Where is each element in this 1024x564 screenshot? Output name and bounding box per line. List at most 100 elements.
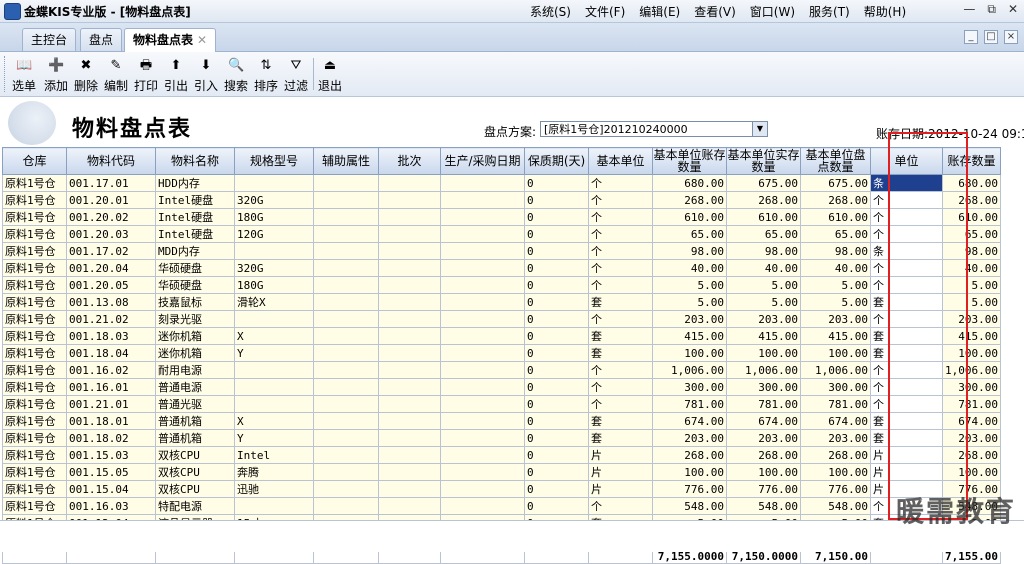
table-row[interactable]: 原料1号仓 001.20.02 Intel硬盘 180G 0 个 610.00 610.00 6… bbox=[2, 208, 1001, 226]
column-header[interactable]: 批次 bbox=[378, 147, 441, 175]
table-cell: 001.16.03 bbox=[66, 497, 156, 515]
menu-item-3[interactable]: 查看(V) bbox=[694, 3, 736, 20]
table-cell: 双核CPU bbox=[155, 480, 235, 498]
column-header[interactable]: 基本单位实存数量 bbox=[726, 147, 801, 175]
menu-item-6[interactable]: 帮助(H) bbox=[864, 3, 906, 20]
plan-select[interactable]: [原料1号仓]201210240000 ▼ bbox=[540, 121, 768, 137]
tab-inventory-check[interactable]: 盘点 bbox=[80, 28, 123, 51]
toolbar-button-print[interactable]: 🖶 打印 bbox=[134, 56, 158, 94]
column-header[interactable]: 基本单位盘点数量 bbox=[800, 147, 871, 175]
table-cell bbox=[440, 327, 525, 345]
table-row[interactable]: 原料1号仓 001.20.01 Intel硬盘 320G 0 个 268.00 268.00 2… bbox=[2, 191, 1001, 209]
toolbar-label: 排序 bbox=[254, 79, 279, 93]
toolbar-button-add[interactable]: ➕ 添加 bbox=[44, 56, 68, 94]
table-row[interactable]: 原料1号仓 001.17.01 HDD内存 0 个 680.00 675.00 675.00 条… bbox=[2, 174, 1001, 192]
table-cell: 个 bbox=[588, 310, 653, 328]
table-cell: 原料1号仓 bbox=[2, 344, 67, 362]
table-cell: 415.00 bbox=[652, 327, 727, 345]
table-row[interactable]: 原料1号仓 001.21.02 刻录光驱 0 个 203.00 203.00 203.00 个 2… bbox=[2, 310, 1001, 328]
table-cell: 耐用电源 bbox=[155, 361, 235, 379]
mdi-close-icon[interactable]: × bbox=[1004, 30, 1018, 44]
table-row[interactable]: 原料1号仓 001.17.02 MDD内存 0 个 98.00 98.00 98.00 条 98.… bbox=[2, 242, 1001, 260]
table-cell: 98.00 bbox=[726, 242, 801, 260]
column-header[interactable]: 基本单位 bbox=[588, 147, 653, 175]
table-cell: 203.00 bbox=[800, 429, 871, 447]
table-row[interactable]: 原料1号仓 001.15.05 双核CPU 奔腾 0 片 100.00 100.00 100.0… bbox=[2, 463, 1001, 481]
table-cell: 5.00 bbox=[800, 293, 871, 311]
table-row[interactable]: 原料1号仓 001.15.03 双核CPU Intel 0 片 268.00 268.00 26… bbox=[2, 446, 1001, 464]
menu-item-1[interactable]: 文件(F) bbox=[585, 3, 625, 20]
tab-main-console[interactable]: 主控台 bbox=[22, 28, 77, 51]
table-cell: 5.00 bbox=[652, 276, 727, 294]
table-cell bbox=[234, 378, 314, 396]
table-row[interactable]: 原料1号仓 001.16.03 特配电源 0 个 548.00 548.00 548.00 个 5… bbox=[2, 497, 1001, 515]
table-cell: 个 bbox=[588, 378, 653, 396]
table-cell: 华硕硬盘 bbox=[155, 276, 235, 294]
table-cell: 40.00 bbox=[800, 259, 871, 277]
tab-close-icon[interactable]: ✕ bbox=[197, 33, 207, 47]
mdi-minimize-icon[interactable]: _ bbox=[964, 30, 978, 44]
dropdown-arrow-icon[interactable]: ▼ bbox=[752, 122, 767, 136]
toolbar-button-select-doc[interactable]: 📖 选单 bbox=[12, 56, 36, 94]
table-cell: 001.20.02 bbox=[66, 208, 156, 226]
toolbar-label: 退出 bbox=[318, 79, 343, 93]
toolbar-button-sort[interactable]: ⇅ 排序 bbox=[254, 56, 278, 94]
table-cell: 0 bbox=[524, 259, 589, 277]
table-cell: 5.00 bbox=[652, 293, 727, 311]
menu-item-4[interactable]: 窗口(W) bbox=[750, 3, 795, 20]
menu-item-0[interactable]: 系统(S) bbox=[530, 3, 571, 20]
report-header: 物料盘点表 盘点方案: [原料1号仓]201210240000 ▼ 账存日期:2… bbox=[0, 97, 1024, 147]
watermark: 暖需教育 bbox=[895, 495, 1016, 528]
restore-icon[interactable]: ⧉ bbox=[987, 2, 996, 17]
column-header[interactable]: 辅助属性 bbox=[313, 147, 379, 175]
toolbar-button-search[interactable]: 🔍 搜索 bbox=[224, 56, 248, 94]
import-icon: ⬇ bbox=[200, 58, 212, 73]
table-cell: 100.00 bbox=[652, 463, 727, 481]
table-row[interactable]: 原料1号仓 001.20.03 Intel硬盘 120G 0 个 65.00 65.00 65.… bbox=[2, 225, 1001, 243]
table-cell: 原料1号仓 bbox=[2, 412, 67, 430]
mdi-restore-icon[interactable]: □ bbox=[984, 30, 998, 44]
table-cell: 548.00 bbox=[800, 497, 871, 515]
column-header[interactable]: 生产/采购日期 bbox=[440, 147, 525, 175]
table-cell: 个 bbox=[588, 242, 653, 260]
table-row[interactable]: 原料1号仓 001.13.08 技嘉鼠标 滑轮X 0 套 5.00 5.00 5.00 套 5.00 bbox=[2, 293, 1001, 311]
toolbar-button-export[interactable]: ⬆ 引出 bbox=[164, 56, 188, 94]
window-controls: — ⧉ ✕ bbox=[963, 2, 1018, 17]
table-cell: 0 bbox=[524, 344, 589, 362]
table-row[interactable]: 原料1号仓 001.15.04 双核CPU 迅驰 0 片 776.00 776.00 776.0… bbox=[2, 480, 1001, 498]
table-row[interactable]: 原料1号仓 001.18.03 迷你机箱 X 0 套 415.00 415.00 415.00 套… bbox=[2, 327, 1001, 345]
table-row[interactable]: 原料1号仓 001.18.02 普通机箱 Y 0 套 203.00 203.00 203.00 套… bbox=[2, 429, 1001, 447]
table-cell bbox=[234, 310, 314, 328]
column-header[interactable]: 仓库 bbox=[2, 147, 67, 175]
table-cell: X bbox=[234, 412, 314, 430]
column-header[interactable]: 保质期(天) bbox=[524, 147, 589, 175]
column-header[interactable]: 物料名称 bbox=[155, 147, 235, 175]
toolbar-label: 过滤 bbox=[284, 79, 309, 93]
table-cell: 001.20.04 bbox=[66, 259, 156, 277]
toolbar-button-delete[interactable]: ✖ 删除 bbox=[74, 56, 98, 94]
table-row[interactable]: 原料1号仓 001.20.05 华硕硬盘 180G 0 个 5.00 5.00 5.00 个 5.0… bbox=[2, 276, 1001, 294]
mdi-controls: _ □ × bbox=[964, 30, 1018, 44]
table-row[interactable]: 原料1号仓 001.20.04 华硕硬盘 320G 0 个 40.00 40.00 40.00 个… bbox=[2, 259, 1001, 277]
toolbar-button-edit[interactable]: ✎ 编制 bbox=[104, 56, 128, 94]
column-header[interactable]: 基本单位账存数量 bbox=[652, 147, 727, 175]
close-icon[interactable]: ✕ bbox=[1008, 2, 1018, 17]
column-header[interactable]: 规格型号 bbox=[234, 147, 314, 175]
table-row[interactable]: 原料1号仓 001.18.04 迷你机箱 Y 0 套 100.00 100.00 100.00 套… bbox=[2, 344, 1001, 362]
print-icon: 🖶 bbox=[139, 58, 153, 73]
tab-material-count-report[interactable]: 物料盘点表 ✕ bbox=[124, 28, 217, 52]
table-row[interactable]: 原料1号仓 001.18.01 普通机箱 X 0 套 674.00 674.00 674.00 套… bbox=[2, 412, 1001, 430]
toolbar-button-import[interactable]: ⬇ 引入 bbox=[194, 56, 218, 94]
toolbar-button-exit[interactable]: ⏏ 退出 bbox=[318, 56, 342, 94]
menu-item-2[interactable]: 编辑(E) bbox=[639, 3, 680, 20]
table-cell bbox=[313, 361, 379, 379]
column-header[interactable]: 物料代码 bbox=[66, 147, 156, 175]
menu-item-5[interactable]: 服务(T) bbox=[809, 3, 850, 20]
table-cell: 原料1号仓 bbox=[2, 497, 67, 515]
table-row[interactable]: 原料1号仓 001.21.01 普通光驱 0 个 781.00 781.00 781.00 个 7… bbox=[2, 395, 1001, 413]
table-row[interactable]: 原料1号仓 001.16.01 普通电源 0 个 300.00 300.00 300.00 个 3… bbox=[2, 378, 1001, 396]
table-cell: 原料1号仓 bbox=[2, 446, 67, 464]
table-row[interactable]: 原料1号仓 001.16.02 耐用电源 0 个 1,006.00 1,006.00 1,00… bbox=[2, 361, 1001, 379]
toolbar-button-filter[interactable]: ⛛ 过滤 bbox=[284, 56, 308, 94]
minimize-icon[interactable]: — bbox=[963, 2, 975, 17]
